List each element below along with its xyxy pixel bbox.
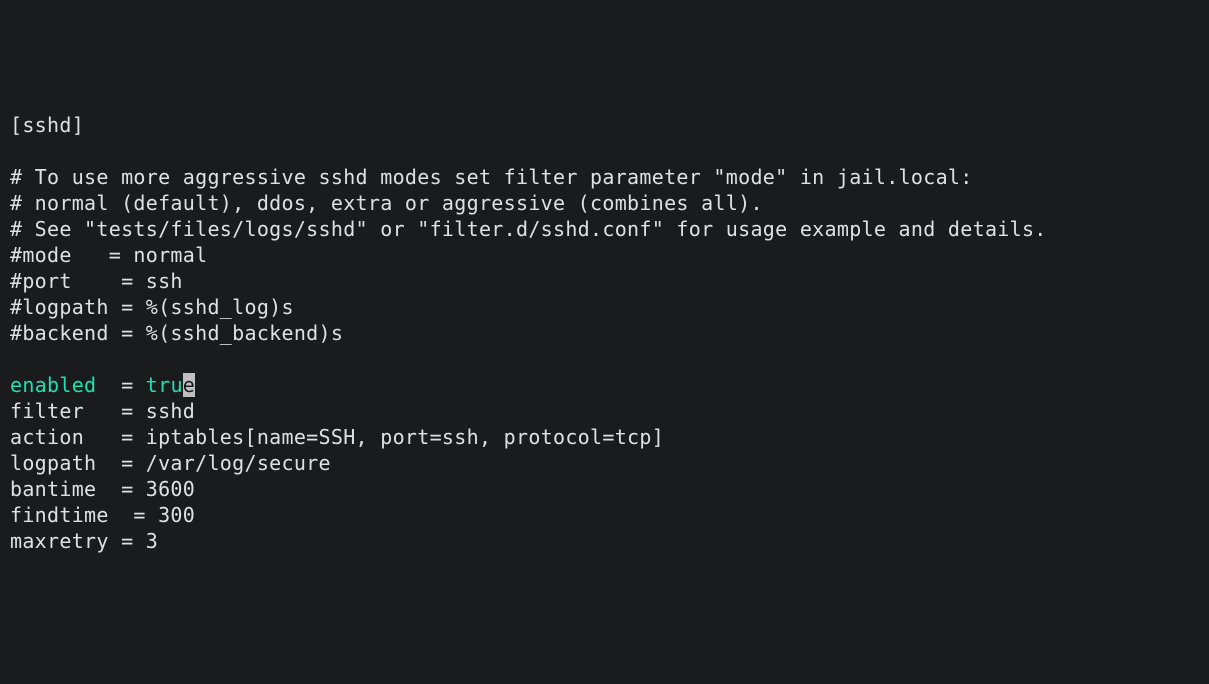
commented-setting-port: #port = ssh xyxy=(10,268,1199,294)
commented-setting-logpath: #logpath = %(sshd_log)s xyxy=(10,294,1199,320)
setting-enabled: enabled = true xyxy=(10,372,1199,398)
comment-line: # To use more aggressive sshd modes set … xyxy=(10,164,1199,190)
enabled-value-prefix: tru xyxy=(146,373,183,397)
commented-setting-backend: #backend = %(sshd_backend)s xyxy=(10,320,1199,346)
commented-setting-mode: #mode = normal xyxy=(10,242,1199,268)
blank-line xyxy=(10,138,1199,164)
setting-maxretry: maxretry = 3 xyxy=(10,528,1199,554)
setting-findtime: findtime = 300 xyxy=(10,502,1199,528)
blank-line xyxy=(10,346,1199,372)
enabled-key: enabled xyxy=(10,373,96,397)
enabled-separator: = xyxy=(96,373,145,397)
config-section-header: [sshd] xyxy=(10,112,1199,138)
text-cursor: e xyxy=(183,373,195,397)
comment-line: # normal (default), ddos, extra or aggre… xyxy=(10,190,1199,216)
comment-line: # See "tests/files/logs/sshd" or "filter… xyxy=(10,216,1199,242)
terminal-editor[interactable]: [sshd] # To use more aggressive sshd mode… xyxy=(10,112,1199,554)
setting-filter: filter = sshd xyxy=(10,398,1199,424)
setting-logpath: logpath = /var/log/secure xyxy=(10,450,1199,476)
setting-action: action = iptables[name=SSH, port=ssh, pr… xyxy=(10,424,1199,450)
setting-bantime: bantime = 3600 xyxy=(10,476,1199,502)
